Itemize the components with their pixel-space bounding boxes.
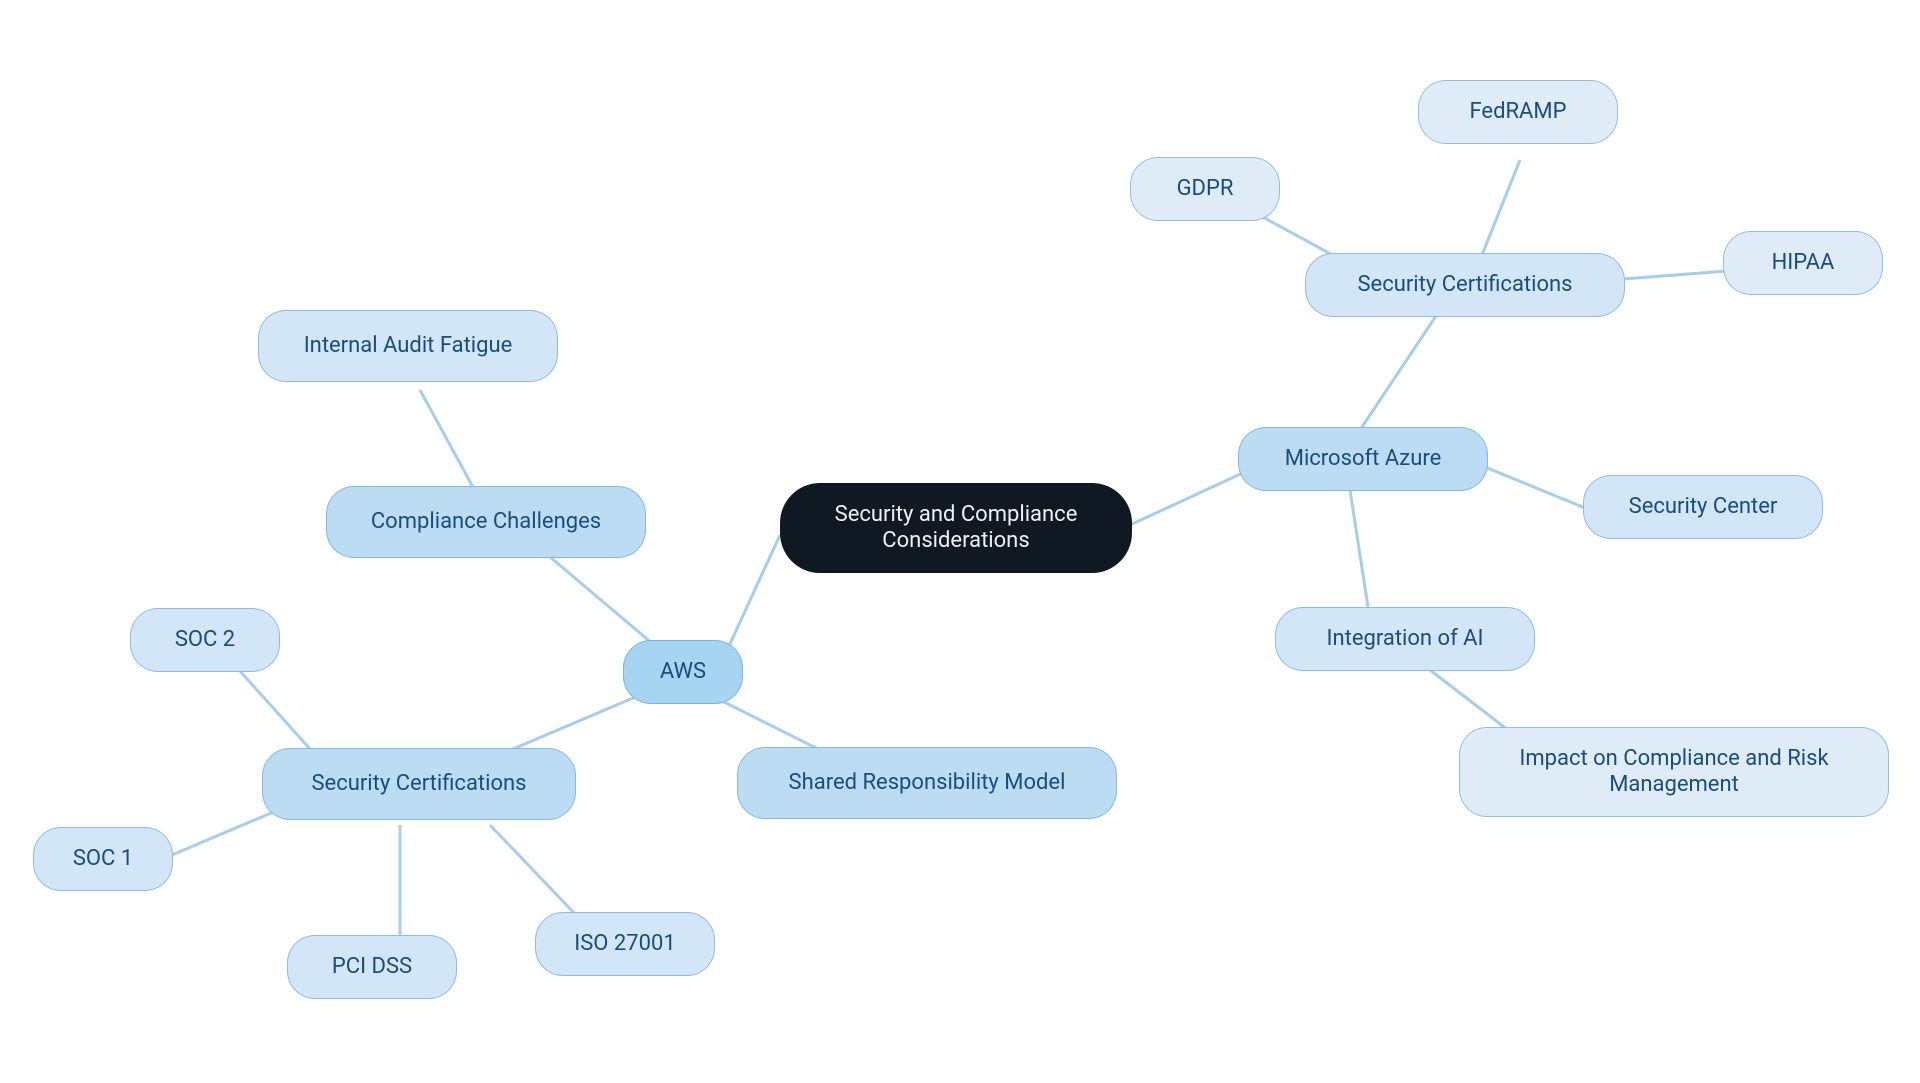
node-seccenter-label: Security Center xyxy=(1629,494,1778,520)
node-azure-label: Microsoft Azure xyxy=(1285,446,1442,472)
edge-seccert-soc1 xyxy=(160,805,290,860)
node-audit-label: Internal Audit Fatigue xyxy=(304,333,513,359)
node-pci-label: PCI DSS xyxy=(332,954,412,980)
node-iso-27001[interactable]: ISO 27001 xyxy=(535,912,715,976)
node-hipaa-label: HIPAA xyxy=(1772,250,1835,276)
node-aws-label: AWS xyxy=(660,659,706,685)
edge-azure-seccenter xyxy=(1480,465,1590,510)
node-gdpr-label: GDPR xyxy=(1177,176,1234,202)
node-azure[interactable]: Microsoft Azure xyxy=(1238,427,1488,491)
node-soc1[interactable]: SOC 1 xyxy=(33,827,173,891)
node-compliance-label: Compliance Challenges xyxy=(371,509,601,535)
node-fedramp-label: FedRAMP xyxy=(1469,99,1566,125)
node-iso-label: ISO 27001 xyxy=(574,931,675,957)
edge-azcert-hipaa xyxy=(1610,270,1740,280)
node-security-center[interactable]: Security Center xyxy=(1583,475,1823,539)
node-root-label: Security and Compliance Considerations xyxy=(806,502,1106,555)
edge-azure-ai xyxy=(1350,490,1370,620)
node-integration-ai[interactable]: Integration of AI xyxy=(1275,607,1535,671)
edge-seccert-soc2 xyxy=(230,660,320,760)
node-shared-label: Shared Responsibility Model xyxy=(789,770,1066,796)
edge-azure-seccert xyxy=(1360,310,1440,430)
node-compliance-challenges[interactable]: Compliance Challenges xyxy=(326,486,646,558)
node-aws-seccert-label: Security Certifications xyxy=(311,771,526,797)
node-aws-security-certifications[interactable]: Security Certifications xyxy=(262,748,576,820)
node-soc1-label: SOC 1 xyxy=(73,846,133,872)
mindmap-canvas: Security and Compliance Considerations A… xyxy=(0,0,1920,1083)
edge-compliance-audit xyxy=(420,390,480,500)
node-soc2[interactable]: SOC 2 xyxy=(130,608,280,672)
node-pci-dss[interactable]: PCI DSS xyxy=(287,935,457,999)
node-ai-impact[interactable]: Impact on Compliance and Risk Management xyxy=(1459,727,1889,817)
node-hipaa[interactable]: HIPAA xyxy=(1723,231,1883,295)
node-ai-label: Integration of AI xyxy=(1326,626,1483,652)
node-az-seccert-label: Security Certifications xyxy=(1357,272,1572,298)
node-soc2-label: SOC 2 xyxy=(175,627,235,653)
node-azure-security-certifications[interactable]: Security Certifications xyxy=(1305,253,1625,317)
node-root[interactable]: Security and Compliance Considerations xyxy=(780,483,1132,573)
node-shared-responsibility[interactable]: Shared Responsibility Model xyxy=(737,747,1117,819)
edge-azcert-fedramp xyxy=(1480,160,1520,260)
node-ai-impact-label: Impact on Compliance and Risk Management xyxy=(1486,746,1862,799)
node-aws[interactable]: AWS xyxy=(623,640,743,704)
node-internal-audit-fatigue[interactable]: Internal Audit Fatigue xyxy=(258,310,558,382)
node-gdpr[interactable]: GDPR xyxy=(1130,157,1280,221)
node-fedramp[interactable]: FedRAMP xyxy=(1418,80,1618,144)
